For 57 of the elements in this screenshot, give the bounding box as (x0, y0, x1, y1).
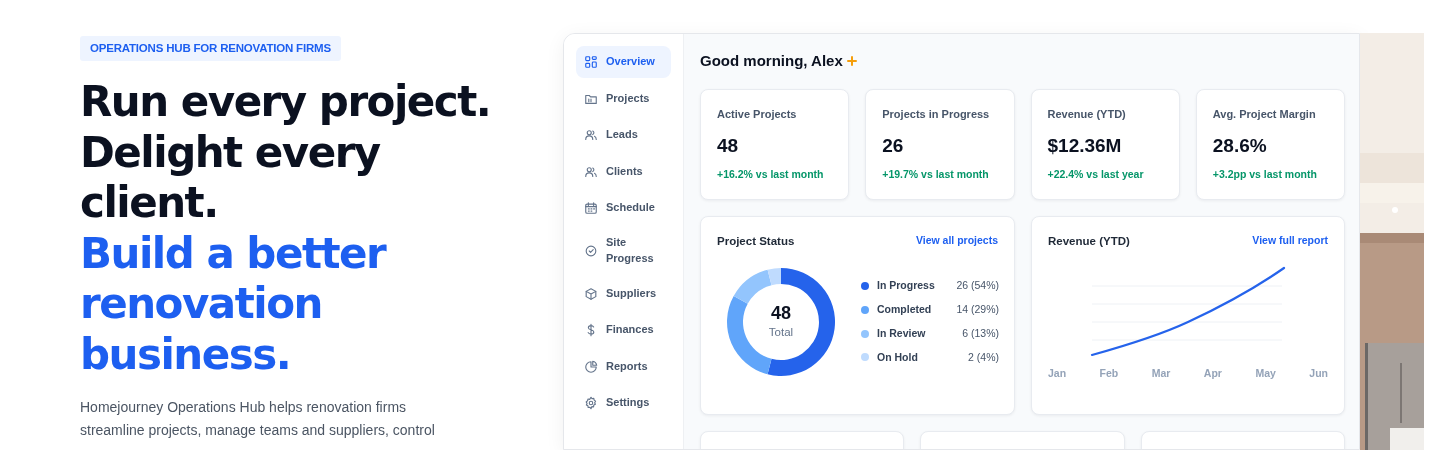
axis-label: Mar (1151, 365, 1171, 381)
kpi-change: +19.7% vs last month (882, 166, 990, 182)
description: Homejourney Operations Hub helps renovation firms streamline projects, manage teams and suppliers, control (80, 398, 436, 441)
kpi-value: 48 (717, 134, 740, 158)
greeting: Good morning, Alex (700, 51, 843, 71)
sidebar-item[interactable]: Finances (576, 314, 671, 347)
eyebrow-tag: OPERATIONS HUB FOR RENOVATION FIRMS (80, 36, 341, 62)
legend-label: In Review (877, 325, 927, 341)
sidebar-item[interactable]: Reports (576, 350, 671, 383)
sidebar-item[interactable]: Schedule (576, 192, 671, 225)
calendar-icon (584, 201, 598, 216)
card-title: Project Status (717, 233, 795, 249)
donut-total: 48 (770, 302, 792, 324)
users-icon (584, 164, 598, 179)
legend-value: 2 (4%) (967, 349, 999, 365)
sidebar-item[interactable]: Clients (576, 155, 671, 188)
kpi-change: +3.2pp vs last month (1212, 166, 1318, 182)
sparkle-icon (846, 56, 857, 67)
kpi-value: $12.36M (1047, 134, 1123, 158)
kpi-change: +16.2% vs last month (717, 166, 825, 182)
sidebar-item[interactable]: Site Progress (576, 228, 671, 273)
view-link[interactable]: View all projects (915, 233, 998, 249)
donut-label: Total (768, 324, 794, 340)
axis-label: Jun (1309, 365, 1328, 381)
sidebar-item[interactable]: Suppliers (576, 277, 671, 310)
kpi-label: Avg. Project Margin (1212, 106, 1317, 122)
axis-label: Feb (1099, 365, 1119, 381)
users-icon (584, 128, 598, 143)
kpi-label: Revenue (YTD) (1047, 106, 1127, 122)
card-title: Revenue (YTD) (1048, 233, 1130, 249)
legend-value: 26 (54%) (955, 278, 999, 294)
kpi-label: Projects in Progress (882, 106, 991, 122)
legend-label: On Hold (877, 349, 919, 365)
view-link[interactable]: View full report (1252, 233, 1328, 249)
axis-label: May (1255, 365, 1276, 381)
pie-chart-icon (584, 359, 598, 374)
box-icon (584, 286, 598, 301)
headline-line: Delight every client. (80, 127, 382, 229)
sidebar-item[interactable]: Leads (576, 119, 671, 152)
sidebar-item[interactable]: Settings (576, 387, 671, 420)
headline-accent: Build a better renovation business. (80, 228, 388, 381)
kpi-label: Active Projects (717, 106, 798, 122)
legend-value: 6 (13%) (961, 325, 999, 341)
headline-line: Run every project. (80, 77, 492, 128)
legend-label: Completed (877, 302, 933, 317)
legend-label: In Progress (877, 278, 936, 294)
axis-label: Apr (1203, 365, 1222, 381)
axis-label: Jan (1048, 365, 1067, 381)
sidebar-item[interactable]: Overview (576, 46, 671, 78)
check-circle-icon (584, 243, 598, 258)
grid-icon (584, 55, 598, 69)
settings-icon (584, 396, 598, 411)
legend-value: 14 (29%) (955, 302, 999, 317)
kpi-change: +22.4% vs last year (1047, 166, 1145, 182)
kpi-value: 26 (882, 134, 905, 158)
kpi-value: 28.6% (1212, 134, 1268, 158)
sidebar-item[interactable]: Projects (576, 82, 671, 115)
